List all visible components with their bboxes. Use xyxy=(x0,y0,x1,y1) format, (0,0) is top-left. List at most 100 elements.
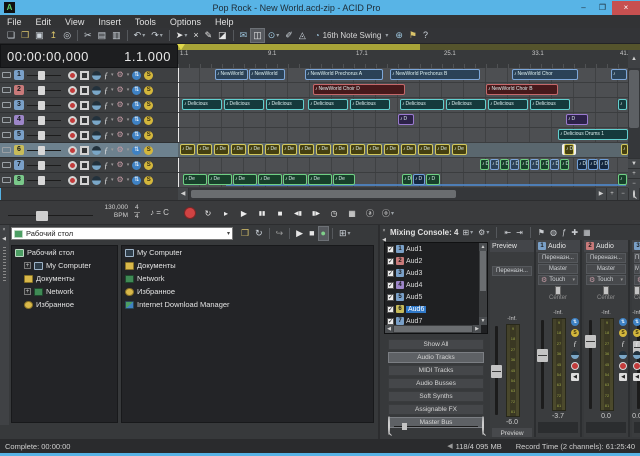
track-lane-8[interactable]: ♪De♪De♪De♪De♪De♪De♪De♪D♪D♪D♪ xyxy=(178,173,628,188)
routing-button[interactable]: ⇅ xyxy=(132,161,141,170)
clip[interactable]: ♪D xyxy=(510,159,519,170)
snap-icon[interactable]: S xyxy=(571,329,579,337)
insert-bus-button[interactable]: ⚑ xyxy=(537,228,546,237)
narrow-strips-button[interactable]: ⇤ xyxy=(503,228,512,237)
list-item-computer[interactable]: My Computer xyxy=(122,246,373,259)
clip[interactable]: ♪De xyxy=(577,159,587,170)
routing-button[interactable]: ⇅ xyxy=(132,146,141,155)
zoom-in-vertical-button[interactable]: + xyxy=(628,168,640,178)
pause-button[interactable]: ▮▮ xyxy=(255,205,269,221)
record-arm-button[interactable] xyxy=(68,71,77,80)
track-header-3[interactable]: 3ƒ▾⚙▾⇅S xyxy=(0,98,178,113)
stop-button[interactable]: ■ xyxy=(273,205,287,221)
path-dropdown-icon[interactable]: ▾ xyxy=(227,230,230,237)
clip[interactable]: ♪NewWorld xyxy=(215,69,248,80)
volume-slider-handle[interactable] xyxy=(38,131,45,140)
loop-playback-button[interactable]: ↻ xyxy=(201,205,215,221)
snap-offset-button[interactable]: S xyxy=(144,176,153,185)
channel-row-aud5[interactable]: ✓5Aud5 xyxy=(385,291,487,303)
fx-dropdown-icon[interactable]: ▾ xyxy=(111,102,114,108)
automation-dropdown-icon[interactable]: ▾ xyxy=(127,162,130,168)
routing-button[interactable]: ⇅ xyxy=(132,176,141,185)
metronome-button[interactable]: ◬ xyxy=(297,29,308,42)
h-scroll-thumb[interactable] xyxy=(191,190,456,198)
clip[interactable]: ♪NewWorld Choir B xyxy=(486,84,558,95)
views-button[interactable]: ⊞▾ xyxy=(337,227,353,240)
snap-offset-button[interactable]: S xyxy=(144,116,153,125)
snap-icon[interactable]: S xyxy=(619,329,627,337)
track-fx-button[interactable]: ƒ xyxy=(104,176,108,185)
automation-dropdown-icon[interactable]: ▾ xyxy=(127,72,130,78)
clip[interactable]: ♪D xyxy=(398,114,414,125)
clip[interactable]: ♪ xyxy=(621,144,628,155)
timeline[interactable]: ♪NewWorld♪NewWorld♪NewWorld Prechorus A♪… xyxy=(178,68,628,188)
record-arm-icon[interactable] xyxy=(571,362,579,370)
mute-button[interactable] xyxy=(80,101,89,110)
tempo-slider[interactable] xyxy=(8,211,93,221)
groove-tool-button[interactable]: ⊕ xyxy=(393,29,405,42)
automation-mode-button[interactable]: ⚙Touch▾ xyxy=(538,275,578,285)
output-bus-button[interactable]: Master xyxy=(634,264,640,274)
solo-button[interactable] xyxy=(92,101,101,110)
clip[interactable]: ♪De xyxy=(333,174,355,185)
routing-icon[interactable]: ⇅ xyxy=(571,318,579,326)
clip[interactable]: ♪D xyxy=(490,159,499,170)
channel-list-vscroll[interactable]: ▲ ▼ xyxy=(479,243,487,325)
project-key[interactable]: ♪ = C xyxy=(150,208,169,217)
add-to-favorites-button[interactable]: ↪ xyxy=(274,227,286,240)
channel-checkbox[interactable]: ✓ xyxy=(387,246,394,253)
go-to-start-button[interactable]: ◀▮ xyxy=(291,205,305,221)
automation-settings-button[interactable]: ⚙ xyxy=(117,115,124,125)
snap-icon[interactable]: S xyxy=(633,329,640,337)
clip[interactable]: ♪De xyxy=(208,174,232,185)
menu-options[interactable]: Options xyxy=(163,17,208,27)
clip[interactable]: ♪De xyxy=(452,144,467,155)
mixer-zoom-in-icon[interactable] xyxy=(482,417,484,435)
channel-scroll-up-icon[interactable]: ▲ xyxy=(479,243,487,251)
timeline-vertical-scrollbar[interactable]: ▼ + − xyxy=(628,68,640,188)
clip[interactable]: ♪Delicious xyxy=(488,99,528,110)
collapse-track-icon[interactable] xyxy=(2,117,11,123)
fader-handle[interactable] xyxy=(537,349,548,362)
clip[interactable]: ♪De xyxy=(316,144,331,155)
volume-slider-handle[interactable] xyxy=(38,146,45,155)
clip[interactable]: ♪De xyxy=(233,174,257,185)
fx-icon[interactable]: ƒ xyxy=(619,340,627,348)
track-fx-button[interactable]: ƒ xyxy=(104,161,108,170)
clip[interactable]: ♪De xyxy=(564,144,574,155)
routing-button[interactable]: ⇅ xyxy=(132,131,141,140)
channel-checkbox[interactable]: ✓ xyxy=(387,258,394,265)
record-arm-button[interactable] xyxy=(68,146,77,155)
clip[interactable]: ♪D xyxy=(480,159,489,170)
routing-button[interactable]: ⇅ xyxy=(132,116,141,125)
clip[interactable]: ♪De xyxy=(283,174,307,185)
zoom-out-button[interactable]: − xyxy=(618,188,629,200)
video-preview-button[interactable]: ▦ xyxy=(345,205,359,221)
wide-strips-button[interactable]: ⇥ xyxy=(515,228,524,237)
clip[interactable]: ♪Delicious xyxy=(446,99,486,110)
track-lane-7[interactable]: ♪D♪D♪D♪D♪D♪D♪D♪D♪D♪De♪De♪De xyxy=(178,158,628,173)
clip[interactable]: ♪NewWorld Choir D xyxy=(313,84,405,95)
mute-button[interactable] xyxy=(80,116,89,125)
snap-offset-button[interactable]: S xyxy=(144,131,153,140)
snap-offset-button[interactable]: S xyxy=(144,86,153,95)
collapse-track-icon[interactable] xyxy=(2,162,11,168)
mute-button[interactable] xyxy=(80,71,89,80)
mixer-zoom-slider[interactable] xyxy=(394,422,478,430)
automation-settings-button[interactable]: ⚙ xyxy=(117,70,124,80)
channel-row-aud3[interactable]: ✓3Aud3 xyxy=(385,267,487,279)
clip[interactable]: ♪Delicious xyxy=(530,99,570,110)
clip[interactable]: ♪D xyxy=(520,159,529,170)
play-from-start-button[interactable]: ▸ xyxy=(219,205,233,221)
clip[interactable]: ♪Delicious xyxy=(182,99,222,110)
tree-item-favorites[interactable]: Избранное xyxy=(12,298,117,311)
pan-control[interactable]: Center xyxy=(634,286,640,308)
channel-scroll-right-icon[interactable]: ▶ xyxy=(473,325,481,333)
clip[interactable]: ♪De xyxy=(299,144,314,155)
redo-button[interactable]: ↷▾ xyxy=(149,29,165,42)
automation-settings-button[interactable]: ⚙ xyxy=(117,160,124,170)
clip[interactable]: ♪D xyxy=(402,174,412,185)
pan-handle[interactable] xyxy=(634,286,640,295)
channel-row-aud1[interactable]: ✓1Aud1 xyxy=(385,243,487,255)
paint-tool-button[interactable]: ✎ xyxy=(203,29,215,42)
